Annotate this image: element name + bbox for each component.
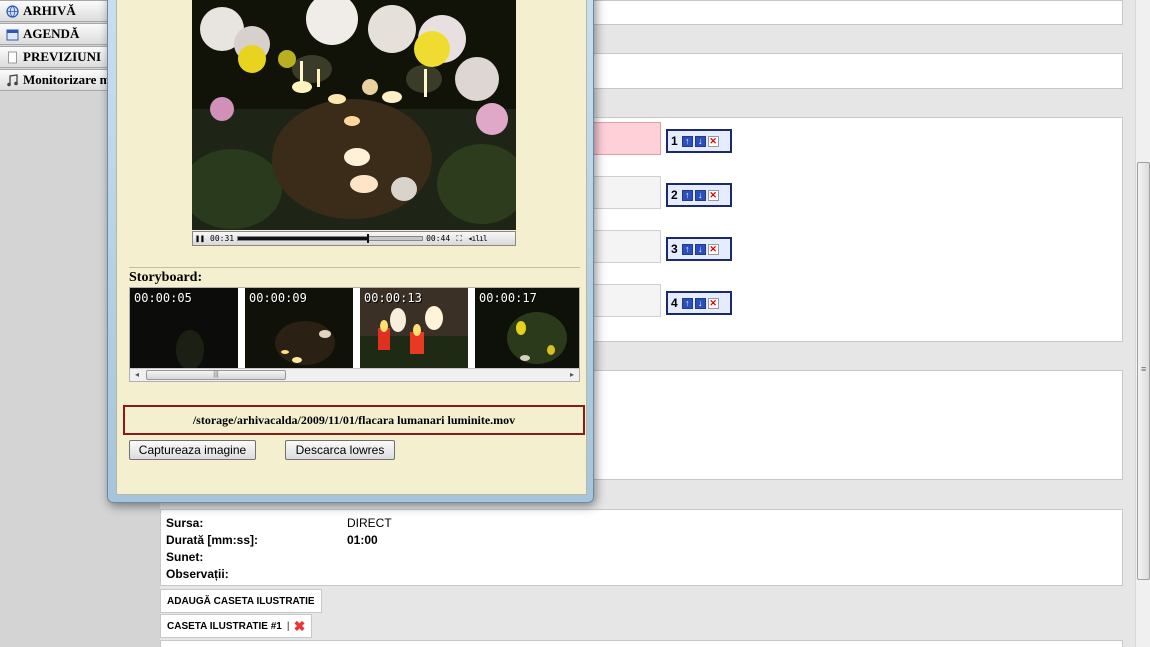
document-icon (5, 50, 19, 64)
media-item-controls: 3 ↑ ↓ ✕ (666, 237, 732, 261)
media-item-index: 4 (671, 296, 678, 310)
media-item-controls: 2 ↑ ↓ ✕ (666, 183, 732, 207)
music-note-icon (5, 73, 19, 87)
fullscreen-icon[interactable]: ⛶ (453, 234, 465, 244)
storyboard-title: Storyboard: (129, 270, 203, 285)
metadata-value: DIRECT (347, 516, 392, 530)
calendar-icon (5, 27, 19, 41)
metadata-panel: Sursa: DIRECT Durată [mm:ss]: 01:00 Sune… (160, 509, 1123, 586)
metadata-key: Sunet: (166, 550, 204, 564)
scroll-right-icon[interactable]: ▸ (566, 369, 578, 381)
delete-icon[interactable]: ✕ (707, 189, 719, 201)
tab-separator: | (286, 620, 290, 632)
move-up-icon[interactable]: ↑ (681, 189, 693, 201)
storyboard-frame[interactable]: 00:00:09 (245, 288, 353, 374)
scroll-left-icon[interactable]: ◂ (131, 369, 143, 381)
seek-progress (238, 237, 368, 240)
metadata-value: 01:00 (347, 533, 378, 547)
download-lowres-button[interactable]: Descarca lowres (285, 440, 395, 460)
media-item-index: 2 (671, 188, 678, 202)
sidebar-item-previziuni[interactable]: PREVIZIUNI (0, 46, 112, 68)
storyboard-strip: 00:00:05 00:00:09 00:00:13 00:00:17 ◂ ||… (129, 287, 580, 382)
frame-timecode: 00:00:13 (364, 291, 422, 305)
scrollbar-thumb[interactable]: ||| (146, 370, 286, 380)
horizontal-scrollbar[interactable]: ◂ ||| ▸ (130, 368, 579, 381)
seek-bar[interactable] (237, 234, 424, 243)
sidebar-item-label: ARHIVĂ (23, 3, 76, 18)
seek-handle[interactable] (366, 234, 369, 243)
preview-window-body: ❚❚ 00:31 00:44 ⛶ ◂ılıl Storyboard: 00:00… (116, 0, 587, 495)
metadata-key: Sursa: (166, 516, 204, 530)
globe-icon (5, 4, 19, 18)
vertical-scrollbar[interactable]: ≡ (1135, 0, 1150, 647)
sidebar-item-label: AGENDĂ (23, 26, 80, 41)
move-up-icon[interactable]: ↑ (681, 297, 693, 309)
sidebar-item-label: Monitorizare m (23, 72, 111, 87)
move-up-icon[interactable]: ↑ (681, 243, 693, 255)
current-time: 00:31 (210, 234, 235, 243)
frame-timecode: 00:00:17 (479, 291, 537, 305)
metadata-key: Durată [mm:ss]: (166, 533, 259, 547)
frame-timecode: 00:00:09 (249, 291, 307, 305)
move-down-icon[interactable]: ↓ (694, 297, 706, 309)
file-path: /storage/arhivacalda/2009/11/01/flacara … (123, 405, 585, 435)
delete-icon[interactable]: ✕ (707, 297, 719, 309)
video-frame[interactable] (192, 0, 516, 230)
sidebar-item-arhiva[interactable]: ARHIVĂ (0, 0, 112, 22)
storyboard-frame[interactable]: 00:00:13 (360, 288, 468, 374)
move-down-icon[interactable]: ↓ (694, 189, 706, 201)
media-item-index: 3 (671, 242, 678, 256)
move-up-icon[interactable]: ↑ (681, 135, 693, 147)
pause-icon[interactable]: ❚❚ (193, 234, 207, 243)
capture-image-button[interactable]: Captureaza imagine (129, 440, 256, 460)
media-item-controls: 4 ↑ ↓ ✕ (666, 291, 732, 315)
total-time: 00:44 (426, 234, 451, 243)
media-item-index: 1 (671, 134, 678, 148)
delete-icon[interactable]: ✕ (707, 135, 719, 147)
add-illustration-tab[interactable]: ADAUGĂ CASETA ILUSTRATIE (160, 589, 322, 613)
sidebar-item-label: PREVIZIUNI (23, 49, 102, 64)
storyboard-frame[interactable]: 00:00:17 (475, 288, 579, 374)
preview-window: ❚❚ 00:31 00:44 ⛶ ◂ılıl Storyboard: 00:00… (107, 0, 594, 503)
sidebar-item-monitorizare[interactable]: Monitorizare m (0, 69, 112, 91)
metadata-key: Observații: (166, 567, 229, 581)
move-down-icon[interactable]: ↓ (694, 243, 706, 255)
sidebar-item-agenda[interactable]: AGENDĂ (0, 23, 112, 45)
illustration-tab-1[interactable]: CASETA ILUSTRATIE #1 | ✖ (160, 614, 313, 638)
close-icon[interactable]: ✖ (294, 618, 306, 635)
video-controls: ❚❚ 00:31 00:44 ⛶ ◂ılıl (192, 231, 516, 246)
delete-icon[interactable]: ✕ (707, 243, 719, 255)
move-down-icon[interactable]: ↓ (694, 135, 706, 147)
content-panel-bottom (160, 640, 1123, 647)
frame-timecode: 00:00:05 (134, 291, 192, 305)
volume-icon[interactable]: ◂ılıl (465, 234, 489, 243)
scrollbar-thumb[interactable]: ≡ (1137, 162, 1150, 580)
storyboard-frame[interactable]: 00:00:05 (130, 288, 238, 374)
add-illustration-label: ADAUGĂ CASETA ILUSTRATIE (167, 595, 315, 607)
illustration-tab-label: CASETA ILUSTRATIE #1 (167, 620, 282, 632)
divider (129, 267, 580, 268)
media-item-controls: 1 ↑ ↓ ✕ (666, 129, 732, 153)
